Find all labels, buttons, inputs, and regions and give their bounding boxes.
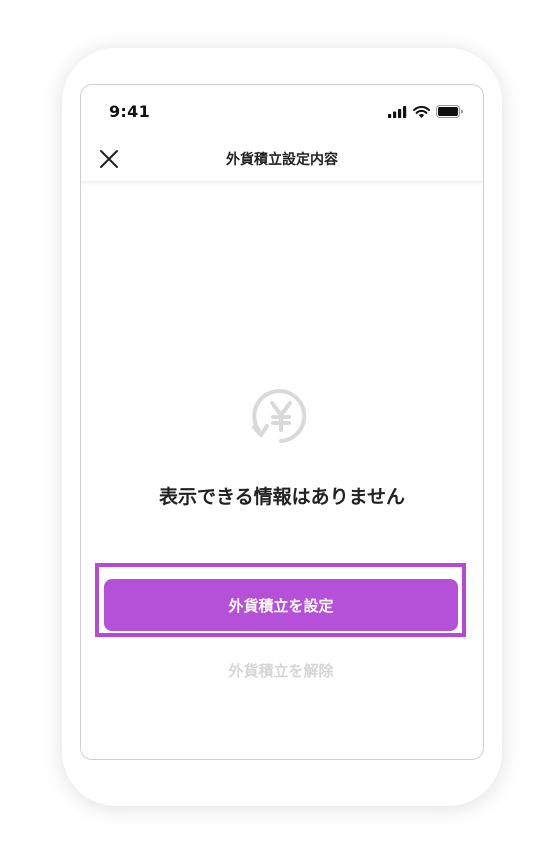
set-foreign-savings-button[interactable]: 外貨積立を設定 [104,579,458,631]
battery-icon [436,105,463,118]
yen-refresh-icon [252,389,307,443]
empty-state-message: 表示できる情報はありません [158,486,406,508]
wifi-icon [413,105,430,118]
page-title: 外貨積立設定内容 [226,152,338,168]
nav-bar: 外貨積立設定内容 [81,137,483,181]
status-time: 9:41 [109,102,150,121]
status-bar: 9:41 [81,85,483,137]
cancel-foreign-savings-button: 外貨積立を解除 [104,650,458,690]
status-icons [388,105,463,118]
cellular-signal-icon [388,105,407,118]
